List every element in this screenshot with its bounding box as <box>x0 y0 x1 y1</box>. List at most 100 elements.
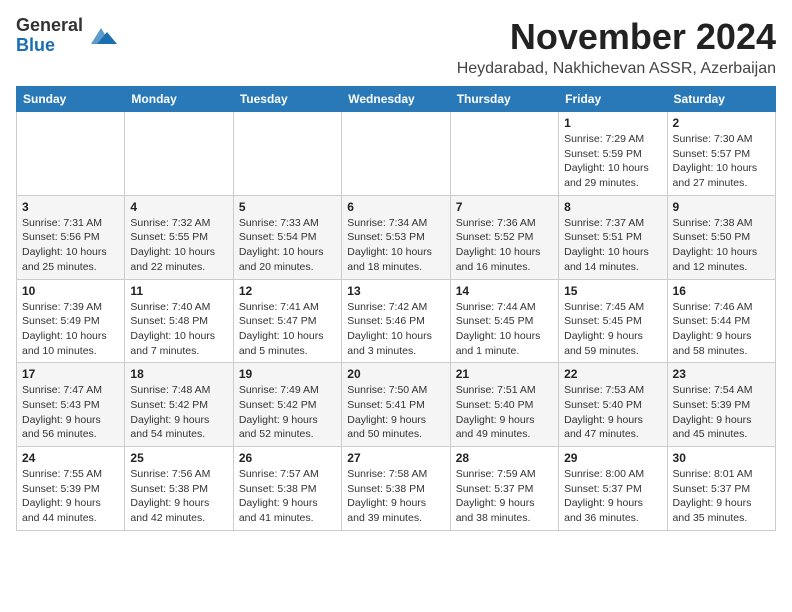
day-number: 17 <box>22 367 119 381</box>
day-number: 6 <box>347 200 444 214</box>
day-info: Sunrise: 7:36 AM Sunset: 5:52 PM Dayligh… <box>456 216 553 275</box>
day-number: 10 <box>22 284 119 298</box>
calendar-cell: 16Sunrise: 7:46 AM Sunset: 5:44 PM Dayli… <box>667 279 775 363</box>
day-number: 18 <box>130 367 227 381</box>
calendar-cell: 20Sunrise: 7:50 AM Sunset: 5:41 PM Dayli… <box>342 363 450 447</box>
calendar-week-1: 1 Sunrise: 7:29 AM Sunset: 5:59 PM Daylig… <box>17 112 776 196</box>
calendar-cell: 21 Sunrise: 7:51 AM Sunset: 5:40 PM Dayli… <box>450 363 558 447</box>
weekday-header-friday: Friday <box>559 87 667 112</box>
calendar-cell <box>125 112 233 196</box>
calendar-cell: 24Sunrise: 7:55 AM Sunset: 5:39 PM Dayli… <box>17 447 125 531</box>
day-info: Sunrise: 7:47 AM Sunset: 5:43 PM Dayligh… <box>22 383 119 442</box>
calendar-cell <box>233 112 341 196</box>
calendar-cell: 11 Sunrise: 7:40 AM Sunset: 5:48 PM Dayli… <box>125 279 233 363</box>
day-info: Sunrise: 7:33 AM Sunset: 5:54 PM Dayligh… <box>239 216 336 275</box>
day-info: Sunrise: 7:55 AM Sunset: 5:39 PM Dayligh… <box>22 467 119 526</box>
weekday-header-monday: Monday <box>125 87 233 112</box>
weekday-header-sunday: Sunday <box>17 87 125 112</box>
calendar-cell: 17 Sunrise: 7:47 AM Sunset: 5:43 PM Dayli… <box>17 363 125 447</box>
day-info: Sunrise: 7:56 AM Sunset: 5:38 PM Dayligh… <box>130 467 227 526</box>
day-info: Sunrise: 7:42 AM Sunset: 5:46 PM Dayligh… <box>347 300 444 359</box>
calendar-cell: 13 Sunrise: 7:42 AM Sunset: 5:46 PM Dayli… <box>342 279 450 363</box>
day-info: Sunrise: 7:40 AM Sunset: 5:48 PM Dayligh… <box>130 300 227 359</box>
calendar-cell: 27 Sunrise: 7:58 AM Sunset: 5:38 PM Dayli… <box>342 447 450 531</box>
day-info: Sunrise: 7:34 AM Sunset: 5:53 PM Dayligh… <box>347 216 444 275</box>
day-number: 4 <box>130 200 227 214</box>
day-info: Sunrise: 7:51 AM Sunset: 5:40 PM Dayligh… <box>456 383 553 442</box>
day-number: 8 <box>564 200 661 214</box>
calendar-cell: 26 Sunrise: 7:57 AM Sunset: 5:38 PM Dayli… <box>233 447 341 531</box>
day-info: Sunrise: 7:31 AM Sunset: 5:56 PM Dayligh… <box>22 216 119 275</box>
day-info: Sunrise: 7:45 AM Sunset: 5:45 PM Dayligh… <box>564 300 661 359</box>
day-info: Sunrise: 7:30 AM Sunset: 5:57 PM Dayligh… <box>673 132 770 191</box>
day-number: 2 <box>673 116 770 130</box>
calendar-cell: 10 Sunrise: 7:39 AM Sunset: 5:49 PM Dayli… <box>17 279 125 363</box>
calendar-table: SundayMondayTuesdayWednesdayThursdayFrid… <box>16 86 776 531</box>
calendar-cell: 6 Sunrise: 7:34 AM Sunset: 5:53 PM Daylig… <box>342 195 450 279</box>
calendar-header-row: SundayMondayTuesdayWednesdayThursdayFrid… <box>17 87 776 112</box>
weekday-header-tuesday: Tuesday <box>233 87 341 112</box>
calendar-cell: 4 Sunrise: 7:32 AM Sunset: 5:55 PM Daylig… <box>125 195 233 279</box>
calendar-cell: 19 Sunrise: 7:49 AM Sunset: 5:42 PM Dayli… <box>233 363 341 447</box>
day-number: 12 <box>239 284 336 298</box>
day-info: Sunrise: 7:46 AM Sunset: 5:44 PM Dayligh… <box>673 300 770 359</box>
day-number: 30 <box>673 451 770 465</box>
day-number: 25 <box>130 451 227 465</box>
calendar-week-3: 10 Sunrise: 7:39 AM Sunset: 5:49 PM Dayli… <box>17 279 776 363</box>
day-number: 22 <box>564 367 661 381</box>
day-number: 19 <box>239 367 336 381</box>
day-number: 11 <box>130 284 227 298</box>
calendar-cell: 3 Sunrise: 7:31 AM Sunset: 5:56 PM Daylig… <box>17 195 125 279</box>
day-info: Sunrise: 7:58 AM Sunset: 5:38 PM Dayligh… <box>347 467 444 526</box>
calendar-cell: 30 Sunrise: 8:01 AM Sunset: 5:37 PM Dayli… <box>667 447 775 531</box>
day-info: Sunrise: 8:00 AM Sunset: 5:37 PM Dayligh… <box>564 467 661 526</box>
title-section: November 2024 Heydarabad, Nakhichevan AS… <box>457 16 776 78</box>
logo-line1: General <box>16 16 83 36</box>
day-number: 13 <box>347 284 444 298</box>
calendar-week-4: 17 Sunrise: 7:47 AM Sunset: 5:43 PM Dayli… <box>17 363 776 447</box>
weekday-header-saturday: Saturday <box>667 87 775 112</box>
calendar-cell: 9 Sunrise: 7:38 AM Sunset: 5:50 PM Daylig… <box>667 195 775 279</box>
day-info: Sunrise: 7:41 AM Sunset: 5:47 PM Dayligh… <box>239 300 336 359</box>
day-info: Sunrise: 8:01 AM Sunset: 5:37 PM Dayligh… <box>673 467 770 526</box>
calendar-cell: 15 Sunrise: 7:45 AM Sunset: 5:45 PM Dayli… <box>559 279 667 363</box>
day-info: Sunrise: 7:49 AM Sunset: 5:42 PM Dayligh… <box>239 383 336 442</box>
calendar-cell: 29 Sunrise: 8:00 AM Sunset: 5:37 PM Dayli… <box>559 447 667 531</box>
day-number: 28 <box>456 451 553 465</box>
day-number: 23 <box>673 367 770 381</box>
calendar-body: 1 Sunrise: 7:29 AM Sunset: 5:59 PM Daylig… <box>17 112 776 531</box>
day-number: 1 <box>564 116 661 130</box>
day-number: 14 <box>456 284 553 298</box>
calendar-cell: 7 Sunrise: 7:36 AM Sunset: 5:52 PM Daylig… <box>450 195 558 279</box>
day-number: 26 <box>239 451 336 465</box>
day-number: 15 <box>564 284 661 298</box>
calendar-cell: 25 Sunrise: 7:56 AM Sunset: 5:38 PM Dayli… <box>125 447 233 531</box>
day-number: 3 <box>22 200 119 214</box>
day-info: Sunrise: 7:44 AM Sunset: 5:45 PM Dayligh… <box>456 300 553 359</box>
location-subtitle: Heydarabad, Nakhichevan ASSR, Azerbaijan <box>457 60 776 78</box>
day-number: 5 <box>239 200 336 214</box>
logo: General Blue <box>16 16 117 56</box>
calendar-cell: 14 Sunrise: 7:44 AM Sunset: 5:45 PM Dayli… <box>450 279 558 363</box>
day-number: 7 <box>456 200 553 214</box>
weekday-header-wednesday: Wednesday <box>342 87 450 112</box>
day-number: 27 <box>347 451 444 465</box>
day-info: Sunrise: 7:53 AM Sunset: 5:40 PM Dayligh… <box>564 383 661 442</box>
day-number: 21 <box>456 367 553 381</box>
day-info: Sunrise: 7:57 AM Sunset: 5:38 PM Dayligh… <box>239 467 336 526</box>
day-number: 29 <box>564 451 661 465</box>
day-info: Sunrise: 7:29 AM Sunset: 5:59 PM Dayligh… <box>564 132 661 191</box>
logo-line2: Blue <box>16 36 83 56</box>
day-info: Sunrise: 7:38 AM Sunset: 5:50 PM Dayligh… <box>673 216 770 275</box>
calendar-cell: 18Sunrise: 7:48 AM Sunset: 5:42 PM Dayli… <box>125 363 233 447</box>
calendar-cell: 5 Sunrise: 7:33 AM Sunset: 5:54 PM Daylig… <box>233 195 341 279</box>
day-info: Sunrise: 7:39 AM Sunset: 5:49 PM Dayligh… <box>22 300 119 359</box>
calendar-cell: 12 Sunrise: 7:41 AM Sunset: 5:47 PM Dayli… <box>233 279 341 363</box>
calendar-cell: 28Sunrise: 7:59 AM Sunset: 5:37 PM Dayli… <box>450 447 558 531</box>
day-info: Sunrise: 7:50 AM Sunset: 5:41 PM Dayligh… <box>347 383 444 442</box>
calendar-cell: 1 Sunrise: 7:29 AM Sunset: 5:59 PM Daylig… <box>559 112 667 196</box>
day-info: Sunrise: 7:32 AM Sunset: 5:55 PM Dayligh… <box>130 216 227 275</box>
day-number: 9 <box>673 200 770 214</box>
calendar-week-5: 24Sunrise: 7:55 AM Sunset: 5:39 PM Dayli… <box>17 447 776 531</box>
calendar-cell: 2 Sunrise: 7:30 AM Sunset: 5:57 PM Daylig… <box>667 112 775 196</box>
